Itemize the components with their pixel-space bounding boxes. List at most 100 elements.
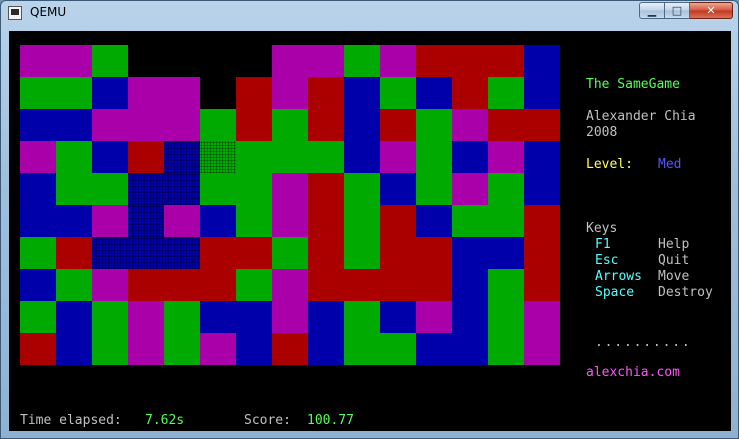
block-cell[interactable] xyxy=(452,269,488,301)
block-cell[interactable] xyxy=(308,77,344,109)
block-cell[interactable] xyxy=(236,333,272,365)
block-cell[interactable] xyxy=(488,333,524,365)
block-cell[interactable] xyxy=(524,269,560,301)
block-cell[interactable] xyxy=(344,77,380,109)
block-cell[interactable] xyxy=(488,141,524,173)
block-cell[interactable] xyxy=(380,269,416,301)
block-cell[interactable] xyxy=(452,173,488,205)
block-cell[interactable] xyxy=(128,141,164,173)
block-cell[interactable] xyxy=(236,205,272,237)
block-cell[interactable] xyxy=(92,237,128,269)
block-cell[interactable] xyxy=(236,141,272,173)
block-cell[interactable] xyxy=(92,333,128,365)
block-cell[interactable] xyxy=(416,109,452,141)
block-cell[interactable] xyxy=(452,45,488,77)
block-cell[interactable] xyxy=(92,109,128,141)
block-cell[interactable] xyxy=(128,77,164,109)
close-button[interactable]: ✕ xyxy=(690,2,733,19)
block-cell[interactable] xyxy=(56,77,92,109)
block-cell[interactable] xyxy=(164,237,200,269)
block-cell[interactable] xyxy=(92,301,128,333)
maximize-button[interactable]: □ xyxy=(665,2,690,19)
block-cell[interactable] xyxy=(272,333,308,365)
block-cell[interactable] xyxy=(56,237,92,269)
block-cell[interactable] xyxy=(20,109,56,141)
block-cell[interactable] xyxy=(236,109,272,141)
block-cell[interactable] xyxy=(488,45,524,77)
block-cell[interactable] xyxy=(200,301,236,333)
block-cell[interactable] xyxy=(488,237,524,269)
block-cell[interactable] xyxy=(380,237,416,269)
block-cell[interactable] xyxy=(416,205,452,237)
block-cell[interactable] xyxy=(488,205,524,237)
block-cell[interactable] xyxy=(200,269,236,301)
block-cell[interactable] xyxy=(452,109,488,141)
block-cell[interactable] xyxy=(20,269,56,301)
block-cell[interactable] xyxy=(272,173,308,205)
block-cell[interactable] xyxy=(524,301,560,333)
block-cell[interactable] xyxy=(56,141,92,173)
block-cell[interactable] xyxy=(92,77,128,109)
block-cell[interactable] xyxy=(452,141,488,173)
block-cell[interactable] xyxy=(128,333,164,365)
block-cell[interactable] xyxy=(308,205,344,237)
block-cell[interactable] xyxy=(524,333,560,365)
block-cell[interactable] xyxy=(272,269,308,301)
block-cell[interactable] xyxy=(524,237,560,269)
block-cell[interactable] xyxy=(344,45,380,77)
block-cell[interactable] xyxy=(416,269,452,301)
block-cell[interactable] xyxy=(128,173,164,205)
block-cell[interactable] xyxy=(92,205,128,237)
block-cell[interactable] xyxy=(56,269,92,301)
block-cell[interactable] xyxy=(416,173,452,205)
block-cell[interactable] xyxy=(56,173,92,205)
block-cell[interactable] xyxy=(20,205,56,237)
block-cell[interactable] xyxy=(524,77,560,109)
block-cell[interactable] xyxy=(20,45,56,77)
block-cell[interactable] xyxy=(272,237,308,269)
block-cell[interactable] xyxy=(524,205,560,237)
block-cell[interactable] xyxy=(416,333,452,365)
block-cell[interactable] xyxy=(344,237,380,269)
block-cell[interactable] xyxy=(272,109,308,141)
block-cell[interactable] xyxy=(488,173,524,205)
block-cell[interactable] xyxy=(128,301,164,333)
block-cell[interactable] xyxy=(380,45,416,77)
block-cell[interactable] xyxy=(488,301,524,333)
block-cell[interactable] xyxy=(308,173,344,205)
block-cell[interactable] xyxy=(164,141,200,173)
block-cell[interactable] xyxy=(380,77,416,109)
block-cell[interactable] xyxy=(164,109,200,141)
block-cell[interactable] xyxy=(272,205,308,237)
block-cell[interactable] xyxy=(20,77,56,109)
game-board[interactable] xyxy=(20,45,560,365)
block-cell[interactable] xyxy=(344,269,380,301)
block-cell[interactable] xyxy=(164,301,200,333)
block-cell[interactable] xyxy=(380,301,416,333)
block-cell[interactable] xyxy=(56,333,92,365)
block-cell[interactable] xyxy=(272,77,308,109)
block-cell[interactable] xyxy=(236,173,272,205)
block-cell[interactable] xyxy=(452,205,488,237)
block-cell[interactable] xyxy=(164,205,200,237)
block-cell[interactable] xyxy=(200,109,236,141)
block-cell[interactable] xyxy=(128,237,164,269)
block-cell[interactable] xyxy=(380,109,416,141)
block-cell[interactable] xyxy=(236,301,272,333)
block-cell[interactable] xyxy=(20,141,56,173)
block-cell[interactable] xyxy=(308,45,344,77)
block-cell[interactable] xyxy=(380,173,416,205)
block-cell[interactable] xyxy=(452,301,488,333)
block-cell[interactable] xyxy=(20,333,56,365)
block-cell[interactable] xyxy=(380,141,416,173)
block-cell[interactable] xyxy=(92,45,128,77)
block-cell[interactable] xyxy=(344,301,380,333)
block-cell[interactable] xyxy=(128,109,164,141)
block-cell[interactable] xyxy=(164,77,200,109)
block-cell[interactable] xyxy=(56,301,92,333)
block-cell[interactable] xyxy=(308,141,344,173)
block-cell[interactable] xyxy=(308,109,344,141)
block-cell[interactable] xyxy=(56,109,92,141)
block-cell[interactable] xyxy=(272,45,308,77)
block-cell[interactable] xyxy=(344,109,380,141)
